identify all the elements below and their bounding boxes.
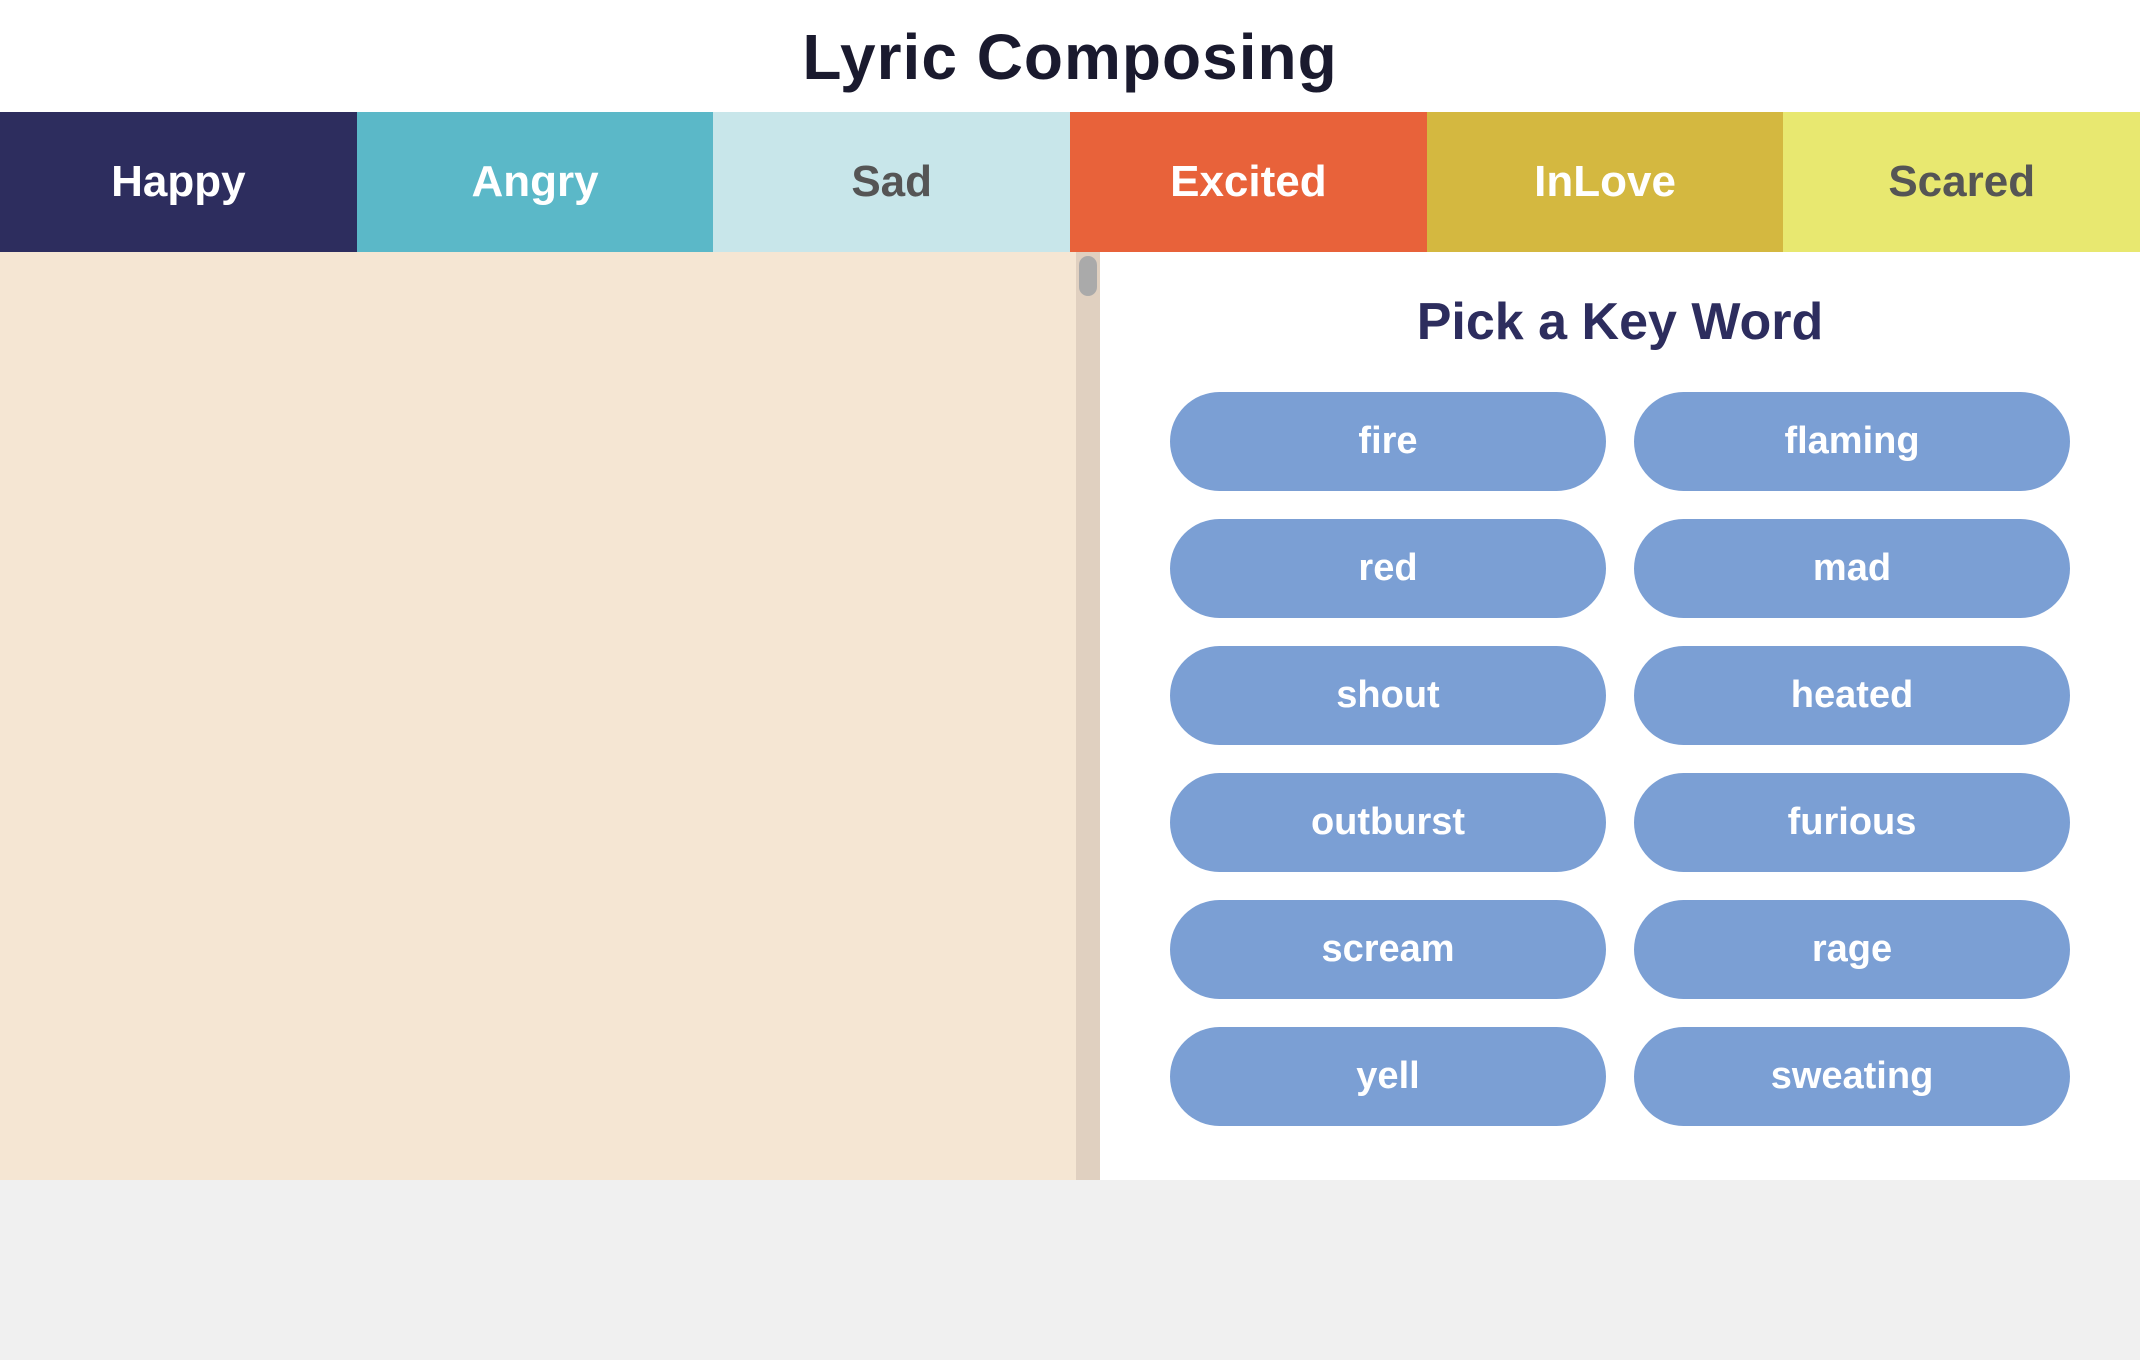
tab-bar: Happy Angry Sad Excited InLove Scared — [0, 112, 2140, 252]
page-title: Lyric Composing — [0, 0, 2140, 112]
keyword-furious[interactable]: furious — [1634, 773, 2070, 872]
keyword-shout[interactable]: shout — [1170, 646, 1606, 745]
keyword-heated[interactable]: heated — [1634, 646, 2070, 745]
lyric-area[interactable] — [0, 252, 1100, 1180]
tab-inlove[interactable]: InLove — [1427, 112, 1784, 252]
tab-angry[interactable]: Angry — [357, 112, 714, 252]
keyword-panel-title: Pick a Key Word — [1417, 292, 1824, 352]
scrollbar-thumb[interactable] — [1079, 256, 1097, 296]
keyword-fire[interactable]: fire — [1170, 392, 1606, 491]
tab-sad[interactable]: Sad — [713, 112, 1070, 252]
keyword-outburst[interactable]: outburst — [1170, 773, 1606, 872]
main-content: Pick a Key Word fire flaming red mad sho… — [0, 252, 2140, 1180]
keyword-rage[interactable]: rage — [1634, 900, 2070, 999]
keyword-panel: Pick a Key Word fire flaming red mad sho… — [1100, 252, 2140, 1180]
keyword-grid: fire flaming red mad shout heated outbur… — [1170, 392, 2070, 1126]
keyword-red[interactable]: red — [1170, 519, 1606, 618]
tab-excited[interactable]: Excited — [1070, 112, 1427, 252]
scrollbar[interactable] — [1076, 252, 1100, 1180]
keyword-sweating[interactable]: sweating — [1634, 1027, 2070, 1126]
bottom-area — [0, 1180, 2140, 1360]
keyword-flaming[interactable]: flaming — [1634, 392, 2070, 491]
tab-happy[interactable]: Happy — [0, 112, 357, 252]
tab-scared[interactable]: Scared — [1783, 112, 2140, 252]
keyword-yell[interactable]: yell — [1170, 1027, 1606, 1126]
keyword-mad[interactable]: mad — [1634, 519, 2070, 618]
keyword-scream[interactable]: scream — [1170, 900, 1606, 999]
